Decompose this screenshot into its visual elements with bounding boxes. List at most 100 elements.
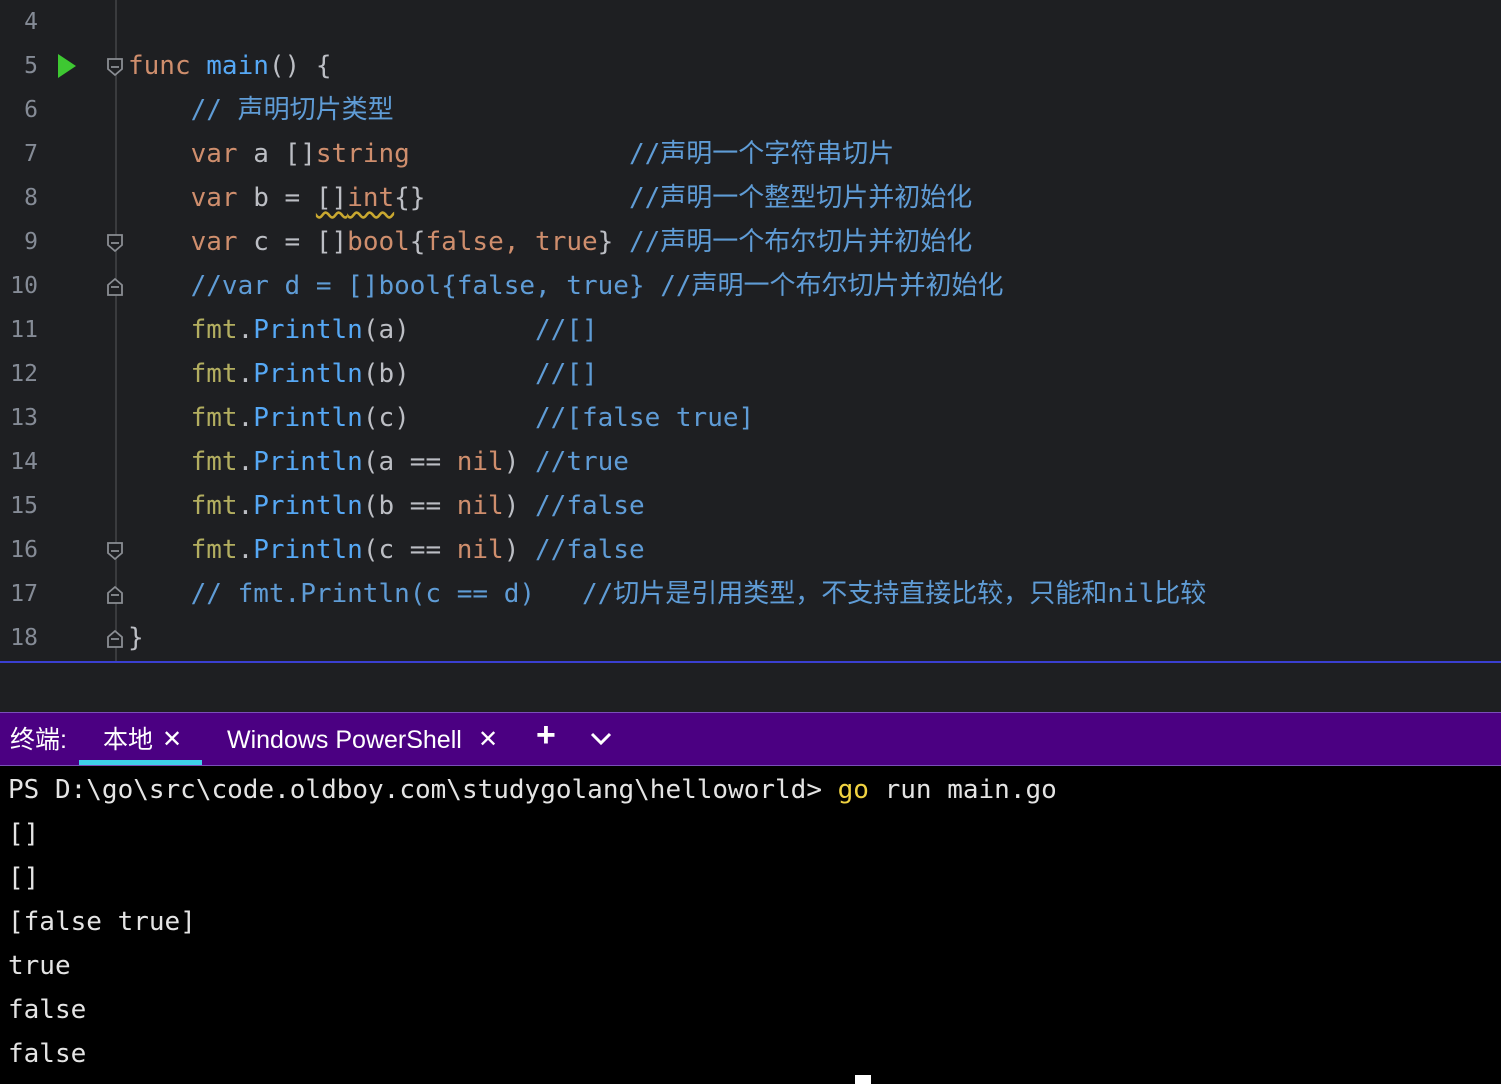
code-text[interactable]: //var d = []bool{false, true} //声明一个布尔切片…: [128, 269, 1004, 303]
code-text[interactable]: var a []string //声明一个字符串切片: [128, 137, 895, 171]
code-text[interactable]: fmt.Println(a) //[]: [128, 313, 598, 347]
fold-open-icon[interactable]: [106, 57, 124, 77]
code-token: (a): [362, 315, 536, 345]
code-token: func: [128, 51, 191, 81]
code-token: fmt: [190, 315, 238, 345]
line-number: 12: [10, 361, 38, 387]
line-number: 17: [10, 581, 38, 607]
tab-local-close-icon[interactable]: ✕: [162, 725, 182, 755]
tab-windows-powershell[interactable]: Windows PowerShell: [227, 725, 462, 755]
code-token: fmt: [190, 359, 238, 389]
code-token: () {: [268, 51, 332, 81]
code-token: fmt: [190, 447, 238, 477]
code-token: ): [503, 535, 536, 565]
code-token: //var d = []bool{false, true} //声明一个布尔切片…: [190, 271, 1004, 301]
code-line[interactable]: 16 fmt.Println(c == nil) //false: [0, 528, 1501, 572]
code-token: .: [237, 359, 254, 389]
code-text[interactable]: fmt.Println(a == nil) //true: [128, 445, 629, 479]
code-line[interactable]: 6 // 声明切片类型: [0, 88, 1501, 132]
code-token: //声明一个整型切片并初始化: [628, 183, 973, 213]
code-token: {}: [394, 183, 426, 213]
line-number: 16: [10, 537, 38, 563]
code-line[interactable]: 7 var a []string //声明一个字符串切片: [0, 132, 1501, 176]
terminal-output-line: true: [8, 951, 71, 981]
fold-open-icon[interactable]: [106, 233, 124, 253]
code-token: fmt: [190, 403, 238, 433]
tab-dropdown-icon[interactable]: [590, 732, 612, 746]
code-token: var: [190, 183, 238, 213]
code-text[interactable]: fmt.Println(b == nil) //false: [128, 489, 645, 523]
code-line[interactable]: 13 fmt.Println(c) //[false true]: [0, 396, 1501, 440]
code-token: //[]: [535, 359, 598, 389]
code-token: Println: [253, 447, 363, 477]
code-token: ): [503, 491, 536, 521]
add-tab-icon[interactable]: +: [536, 718, 556, 752]
tab-powershell-close-icon[interactable]: ✕: [478, 725, 498, 755]
code-token: string: [315, 139, 410, 169]
code-token: .: [237, 315, 254, 345]
tab-local[interactable]: 本地: [103, 725, 153, 755]
line-number: 9: [24, 229, 38, 255]
fold-close-icon[interactable]: [106, 277, 124, 297]
code-line[interactable]: 8 var b = []int{} //声明一个整型切片并初始化: [0, 176, 1501, 220]
code-token: fmt: [190, 535, 238, 565]
terminal-panel[interactable]: PS D:\go\src\code.oldboy.com\studygolang…: [0, 766, 1501, 1084]
run-icon[interactable]: [58, 54, 76, 78]
line-number: 8: [24, 185, 38, 211]
code-token: //声明一个字符串切片: [628, 139, 895, 169]
code-text[interactable]: fmt.Println(c == nil) //false: [128, 533, 645, 567]
code-text[interactable]: func main() {: [128, 49, 332, 83]
code-text[interactable]: // fmt.Println(c == d) //切片是引用类型，不支持直接比较…: [128, 577, 1207, 611]
terminal-cursor: [855, 1075, 871, 1084]
code-token: nil: [456, 535, 504, 565]
code-line[interactable]: 15 fmt.Println(b == nil) //false: [0, 484, 1501, 528]
code-line[interactable]: 5 func main() {: [0, 44, 1501, 88]
line-number: 6: [24, 97, 38, 123]
code-line[interactable]: 10 //var d = []bool{false, true} //声明一个布…: [0, 264, 1501, 308]
editor-gap: [0, 663, 1501, 712]
code-token: []: [315, 183, 348, 213]
code-token: var: [190, 227, 238, 257]
fold-close-icon[interactable]: [106, 629, 124, 649]
code-token: c = []: [237, 227, 348, 257]
code-token: .: [237, 403, 254, 433]
code-line[interactable]: 18}: [0, 616, 1501, 660]
code-token: .: [237, 535, 254, 565]
code-text[interactable]: var c = []bool{false, true} //声明一个布尔切片并初…: [128, 225, 973, 259]
code-line[interactable]: 9 var c = []bool{false, true} //声明一个布尔切片…: [0, 220, 1501, 264]
code-editor[interactable]: 4 5 func main() {6 // 声明切片类型 7 var a []stri…: [0, 0, 1501, 662]
code-token: //[false true]: [535, 403, 755, 433]
code-text[interactable]: }: [128, 621, 144, 655]
code-line[interactable]: 14 fmt.Println(a == nil) //true: [0, 440, 1501, 484]
line-number: 5: [24, 53, 38, 79]
code-token: Println: [253, 491, 363, 521]
code-text[interactable]: // 声明切片类型: [128, 93, 394, 127]
fold-open-icon[interactable]: [106, 541, 124, 561]
code-token: //声明一个布尔切片并初始化: [628, 227, 973, 257]
code-token: ,: [503, 227, 536, 257]
code-text[interactable]: var b = []int{} //声明一个整型切片并初始化: [128, 181, 973, 215]
code-line[interactable]: 12 fmt.Println(b) //[]: [0, 352, 1501, 396]
code-line[interactable]: 11 fmt.Println(a) //[]: [0, 308, 1501, 352]
code-line[interactable]: 4: [0, 0, 1501, 44]
code-text[interactable]: fmt.Println(c) //[false true]: [128, 401, 755, 435]
code-token: .: [237, 491, 254, 521]
code-token: (c ==: [362, 535, 457, 565]
code-token: int: [347, 183, 395, 213]
code-token: nil: [456, 491, 504, 521]
code-token: (b ==: [362, 491, 457, 521]
fold-close-icon[interactable]: [106, 585, 124, 605]
code-text[interactable]: fmt.Println(b) //[]: [128, 357, 598, 391]
code-token: //false: [535, 491, 645, 521]
code-line[interactable]: 17 // fmt.Println(c == d) //切片是引用类型，不支持直…: [0, 572, 1501, 616]
